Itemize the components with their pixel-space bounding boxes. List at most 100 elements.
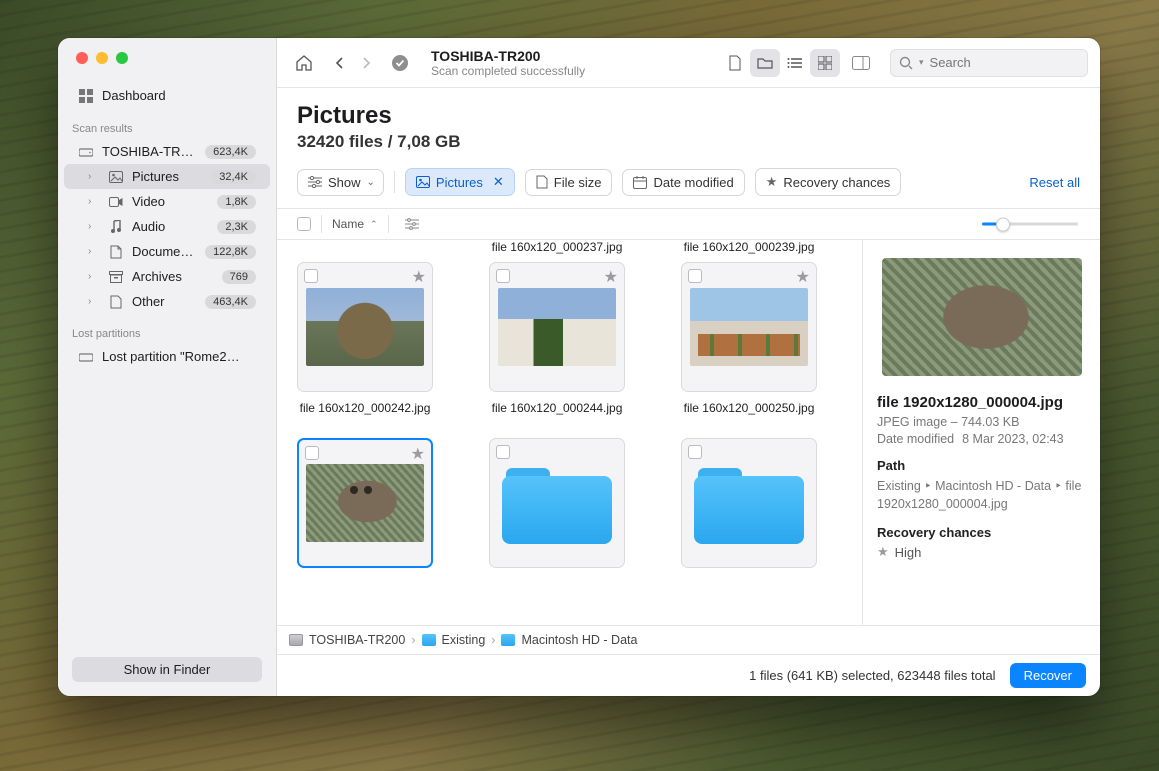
sidebar-section-lost: Lost partitions — [58, 314, 276, 344]
show-dropdown[interactable]: Show ⌄ — [297, 169, 384, 196]
view-grid-button[interactable] — [810, 49, 840, 77]
disk-icon — [78, 146, 94, 158]
name-label: Name — [332, 217, 364, 231]
disk-label: TOSHIBA-TR2… — [102, 144, 197, 159]
sidebar-item-documents[interactable]: › Documents 122,8K — [64, 239, 270, 264]
column-options-icon[interactable] — [405, 218, 419, 230]
view-mode-group — [720, 49, 840, 77]
chevron-right-icon: › — [411, 633, 415, 647]
star-icon[interactable]: ★ — [796, 267, 810, 287]
pictures-badge: 32,4K — [211, 170, 256, 184]
chevron-right-icon: › — [88, 296, 100, 307]
minimize-icon[interactable] — [96, 52, 108, 64]
path-value: Existing ‣ Macintosh HD - Data ‣ file 19… — [877, 477, 1086, 513]
documents-label: Documents — [132, 244, 197, 259]
thumbnail — [498, 288, 616, 366]
page-title: Pictures — [297, 102, 1080, 130]
pictures-icon — [416, 176, 430, 188]
sidebar: Dashboard Scan results TOSHIBA-TR2… 623,… — [58, 38, 277, 696]
star-icon: ★ — [766, 174, 778, 190]
archives-label: Archives — [132, 269, 214, 284]
show-in-finder-button[interactable]: Show in Finder — [72, 657, 262, 682]
document-icon — [108, 245, 124, 259]
forward-button[interactable] — [353, 49, 379, 77]
home-button[interactable] — [289, 49, 319, 77]
nav-arrows — [327, 49, 379, 77]
crumb-existing[interactable]: Existing — [442, 633, 486, 647]
selection-status: 1 files (641 KB) selected, 623448 files … — [749, 668, 995, 683]
disk-icon — [78, 351, 94, 363]
file-item[interactable]: ★ — [297, 438, 433, 568]
file-name: file 160x120_000244.jpg — [489, 400, 625, 416]
sidebar-item-other[interactable]: › Other 463,4K — [64, 289, 270, 314]
scan-status-icon — [385, 49, 415, 77]
checkbox[interactable] — [496, 269, 510, 283]
video-label: Video — [132, 194, 209, 209]
sidebar-item-dashboard[interactable]: Dashboard — [64, 82, 270, 109]
file-grid[interactable]: file 160x120_000237.jpg file 160x120_000… — [277, 240, 862, 625]
folder-item[interactable] — [489, 438, 625, 568]
sidebar-item-pictures[interactable]: › Pictures 32,4K — [64, 164, 270, 189]
maximize-icon[interactable] — [116, 52, 128, 64]
star-icon[interactable]: ★ — [604, 267, 618, 287]
file-item[interactable]: ★ file 160x120_000242.jpg — [297, 262, 433, 416]
window-controls — [58, 38, 276, 78]
footer: 1 files (641 KB) selected, 623448 files … — [277, 654, 1100, 696]
close-icon[interactable]: ✕ — [493, 174, 504, 190]
filter-label: File size — [554, 175, 602, 190]
select-all-checkbox[interactable] — [297, 217, 311, 231]
partial-row: file 160x120_000237.jpg file 160x120_000… — [297, 240, 842, 254]
sidebar-item-disk[interactable]: TOSHIBA-TR2… 623,4K — [64, 139, 270, 164]
reset-all[interactable]: Reset all — [1029, 175, 1080, 190]
back-button[interactable] — [327, 49, 353, 77]
page-subtitle: 32420 files / 7,08 GB — [297, 132, 1080, 152]
divider — [394, 171, 395, 193]
filter-recovery[interactable]: ★ Recovery chances — [755, 168, 902, 196]
view-file-button[interactable] — [720, 49, 750, 77]
video-icon — [108, 196, 124, 208]
chevron-down-icon: ⌄ — [367, 177, 375, 188]
checkbox[interactable] — [688, 269, 702, 283]
checkbox[interactable] — [688, 445, 702, 459]
checkbox[interactable] — [496, 445, 510, 459]
toolbar: TOSHIBA-TR200 Scan completed successfull… — [277, 38, 1100, 88]
filter-date-modified[interactable]: Date modified — [622, 169, 744, 196]
checkbox[interactable] — [305, 446, 319, 460]
filter-file-size[interactable]: File size — [525, 169, 613, 196]
crumb-disk[interactable]: TOSHIBA-TR200 — [309, 633, 405, 647]
zoom-slider[interactable] — [982, 223, 1078, 226]
column-name[interactable]: Name ⌃ — [332, 217, 378, 231]
file-item[interactable]: ★ file 160x120_000244.jpg — [489, 262, 625, 416]
view-folder-button[interactable] — [750, 49, 780, 77]
chevron-right-icon: › — [491, 633, 495, 647]
chevron-right-icon: › — [88, 221, 100, 232]
view-list-button[interactable] — [780, 49, 810, 77]
sidebar-item-lost-partition[interactable]: Lost partition "Rome2… — [64, 344, 270, 369]
sidebar-item-video[interactable]: › Video 1,8K — [64, 189, 270, 214]
archive-icon — [108, 271, 124, 283]
file-name: file 160x120_000250.jpg — [681, 400, 817, 416]
filter-pictures[interactable]: Pictures ✕ — [405, 168, 515, 196]
crumb-mac-hd[interactable]: Macintosh HD - Data — [521, 633, 637, 647]
folder-icon — [501, 634, 515, 646]
thumbnail — [306, 464, 424, 542]
thumbnail — [306, 288, 424, 366]
search-input[interactable] — [930, 55, 1100, 70]
folder-item[interactable] — [681, 438, 817, 568]
recover-button[interactable]: Recover — [1010, 663, 1086, 688]
sidebar-item-archives[interactable]: › Archives 769 — [64, 264, 270, 289]
audio-icon — [108, 220, 124, 234]
content-header: Pictures 32420 files / 7,08 GB — [277, 88, 1100, 158]
documents-badge: 122,8K — [205, 245, 256, 259]
chevron-right-icon: › — [88, 246, 100, 257]
sidebar-item-audio[interactable]: › Audio 2,3K — [64, 214, 270, 239]
toggle-sidebar-button[interactable] — [846, 49, 876, 77]
star-icon[interactable]: ★ — [412, 267, 426, 287]
checkbox[interactable] — [304, 269, 318, 283]
disk-icon — [289, 634, 303, 646]
close-icon[interactable] — [76, 52, 88, 64]
search-box[interactable]: ▾ — [890, 49, 1088, 77]
video-badge: 1,8K — [217, 195, 256, 209]
file-item[interactable]: ★ file 160x120_000250.jpg — [681, 262, 817, 416]
star-icon[interactable]: ★ — [411, 444, 425, 464]
